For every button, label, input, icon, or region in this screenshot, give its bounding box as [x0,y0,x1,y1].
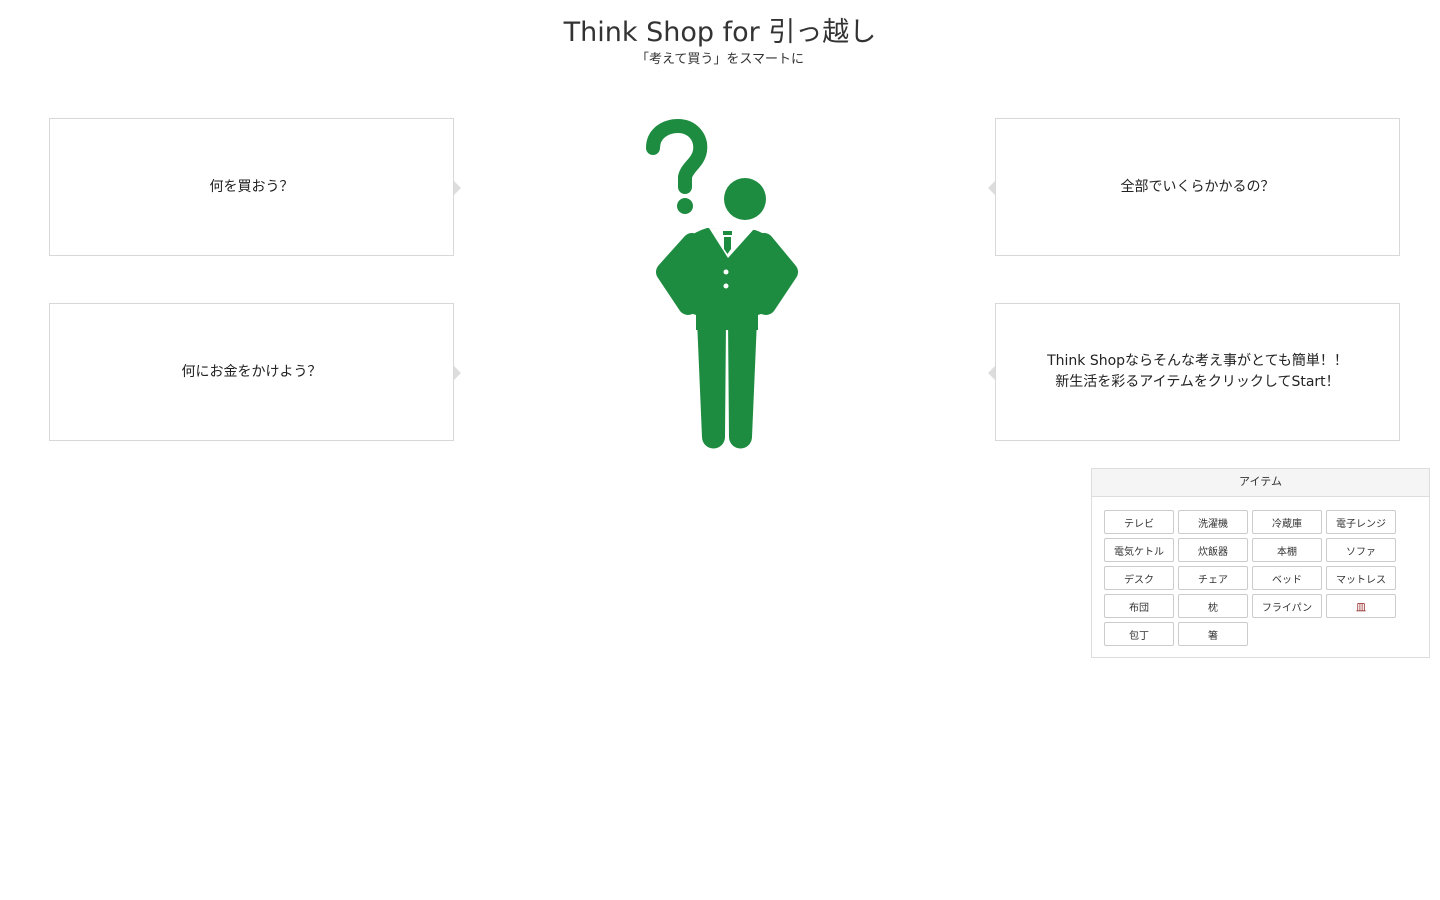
item-button[interactable]: 皿 [1326,594,1396,618]
bubble-text: 何を買おう？ [209,178,294,195]
items-panel-title: アイテム [1092,469,1429,497]
speech-bubble-total-cost: 全部でいくらかかるの？ [988,118,1400,256]
item-button[interactable]: 箸 [1178,622,1248,646]
item-button[interactable]: 包丁 [1104,622,1174,646]
item-button[interactable]: フライパン [1252,594,1322,618]
speech-bubble-spend-on: 何にお金をかけよう？ [49,303,461,441]
page-title: Think Shop for 引っ越し [563,17,877,48]
speech-bubble-intro: Think Shopならそんな考え事がとても簡単！！ 新生活を彩るアイテムをクリッ… [988,303,1400,441]
item-button[interactable]: テレビ [1104,510,1174,534]
item-button[interactable]: 電気ケトル [1104,538,1174,562]
thinking-person-icon [646,118,798,449]
item-button[interactable]: 電子レンジ [1326,510,1396,534]
bubble-text: 何にお金をかけよう？ [181,363,322,380]
speech-bubble-what-to-buy: 何を買おう？ [49,118,461,256]
item-button[interactable]: 炊飯器 [1178,538,1248,562]
item-button[interactable]: 本棚 [1252,538,1322,562]
item-button[interactable]: ベッド [1252,566,1322,590]
bubble-text-line1: Think Shopならそんな考え事がとても簡単！！ [1047,353,1348,369]
page-subtitle: 「考えて買う」をスマートに [636,52,804,67]
bubble-text-line2: 新生活を彩るアイテムをクリックしてStart！ [1055,374,1340,390]
item-button[interactable]: チェア [1178,566,1248,590]
item-button[interactable]: 布団 [1104,594,1174,618]
item-button[interactable]: 洗濯機 [1178,510,1248,534]
item-button[interactable]: デスク [1104,566,1174,590]
item-button[interactable]: 冷蔵庫 [1252,510,1322,534]
items-panel: アイテム テレビ 洗濯機 冷蔵庫 電子レンジ電気ケトル 炊飯器 本棚 ソファデスク チェア ベッ… [1091,468,1430,658]
item-button[interactable]: 枕 [1178,594,1248,618]
item-button[interactable]: マットレス [1326,566,1396,590]
item-button[interactable]: ソファ [1326,538,1396,562]
bubble-text: 全部でいくらかかるの？ [1120,178,1275,195]
items-grid: テレビ 洗濯機 冷蔵庫 電子レンジ電気ケトル 炊飯器 本棚 ソファデスク チェア ベッド マットレ… [1092,497,1429,646]
